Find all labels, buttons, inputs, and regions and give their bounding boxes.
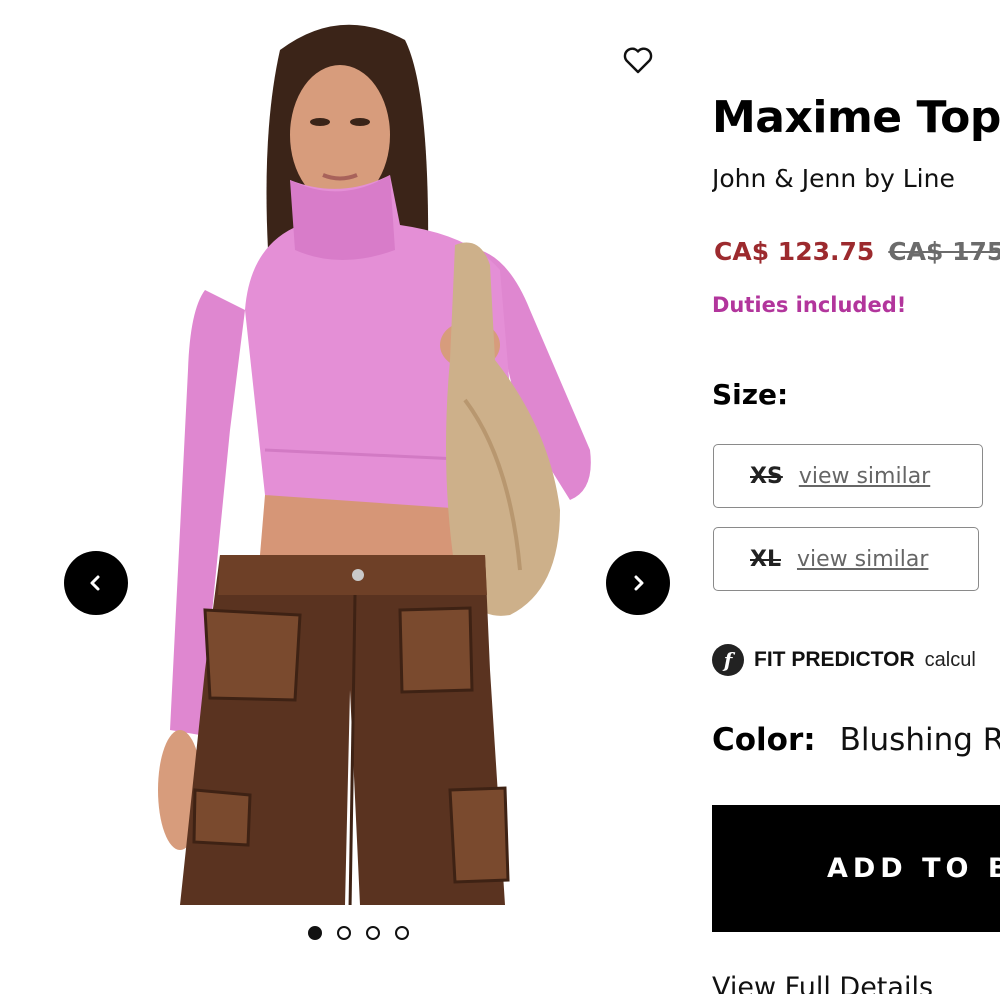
view-similar-link[interactable]: view similar [797,547,928,572]
gallery-pagination [308,926,409,940]
color-value: Blushing R [839,722,1000,758]
view-similar-link[interactable]: view similar [799,464,930,489]
chevron-left-icon [90,575,100,591]
product-brand[interactable]: John & Jenn by Line [712,164,955,193]
sale-price: CA$ 123.75 [714,237,875,266]
size-option-xs[interactable]: XS view similar [713,444,983,508]
chevron-right-icon [634,575,644,591]
model-photo-illustration [150,10,600,905]
product-gallery [0,0,700,994]
original-price: CA$ 175 [888,237,1000,266]
color-selector: Color: Blushing R [712,722,1000,758]
gallery-dot-3[interactable] [366,926,380,940]
size-label: Size: [712,378,789,411]
add-to-bag-button[interactable]: ADD TO BA [712,805,1000,932]
product-details: Maxime Top John & Jenn by Line CA$ 123.7… [712,0,1000,994]
fit-predictor-title: FIT PREDICTOR [754,648,915,671]
gallery-dot-2[interactable] [337,926,351,940]
price: CA$ 123.75 CA$ 175 [714,237,1000,266]
size-code: XS [750,463,783,489]
fit-predictor-text: calcul [924,648,976,671]
gallery-dot-4[interactable] [395,926,409,940]
view-full-details-link[interactable]: View Full Details [712,972,933,994]
gallery-dot-1[interactable] [308,926,322,940]
fit-predictor-icon: f [712,644,744,676]
duties-note: Duties included! [712,293,907,317]
color-label: Color: [712,722,816,758]
size-code: XL [750,546,781,572]
fit-predictor[interactable]: f FIT PREDICTOR calcul [712,644,976,676]
favorite-button[interactable] [618,40,658,80]
product-title: Maxime Top [712,92,1000,143]
product-image [150,10,600,905]
previous-image-button[interactable] [64,551,128,615]
heart-outline-icon [623,47,653,74]
size-option-xl[interactable]: XL view similar [713,527,979,591]
next-image-button[interactable] [606,551,670,615]
add-to-bag-label: ADD TO BA [827,853,1000,884]
